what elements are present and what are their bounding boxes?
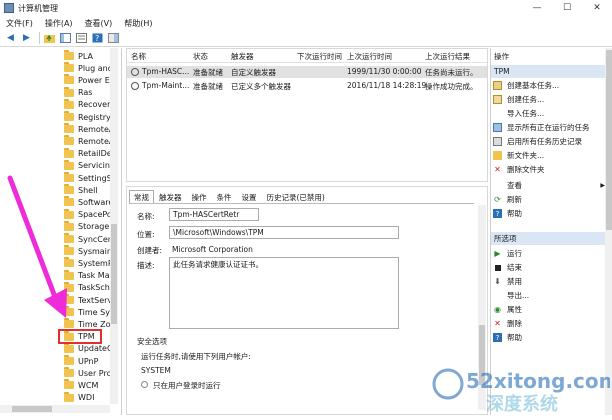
task-list: 名称 状态 触发器 下次运行时间 上次运行时间 上次运行结果 Tpm-HASC.… [126, 48, 488, 182]
actions-header: 操作 [491, 50, 605, 63]
task-clock-icon [131, 68, 139, 76]
run-only-logged-on-label: 只在用户登录时运行 [153, 381, 221, 390]
refresh-action[interactable]: ⟳ 刷新 [493, 193, 605, 206]
stop-icon [493, 263, 502, 272]
help-icon: ? [493, 333, 502, 342]
create-basic-task-icon [493, 81, 502, 90]
tab-history[interactable]: 历史记录(已禁用) [262, 190, 330, 203]
column-last-result[interactable]: 上次运行结果 [425, 51, 470, 62]
run-icon: ▶ [494, 249, 501, 258]
detail-tabs: 常规 触发器 操作 条件 设置 历史记录(已禁用) [129, 190, 330, 203]
task-last-run: 2016/11/18 14:28:19 [347, 81, 427, 90]
help-action-2[interactable]: ? 帮助 [493, 331, 605, 344]
actions-group-tpm[interactable]: TPM [491, 65, 605, 78]
location-label: 位置: [137, 230, 155, 239]
tab-divider [129, 203, 474, 204]
import-task-action[interactable]: 导入任务... [493, 107, 605, 120]
new-folder-action[interactable]: 新文件夹... [493, 149, 605, 162]
watermark-logo: 52xitong.com 深度系统 [430, 358, 612, 416]
column-last-run[interactable]: 上次运行时间 [347, 51, 392, 62]
disable-action[interactable]: ⬇ 禁用 [493, 275, 605, 288]
running-tasks-icon [493, 123, 502, 132]
run-action[interactable]: ▶ 运行 [493, 247, 605, 260]
author-value: Microsoft Corporation [172, 245, 253, 254]
task-status: 准备就绪 [193, 82, 223, 91]
task-last-run: 1999/11/30 0:00:00 [347, 67, 422, 76]
enable-history-action[interactable]: 启用所有任务历史记录 [493, 135, 605, 148]
task-name: Tpm-HASC... [142, 67, 190, 76]
column-name[interactable]: 名称 [131, 51, 146, 62]
task-trigger: 自定义触发器 [231, 68, 276, 77]
task-list-header: 名称 状态 触发器 下次运行时间 上次运行时间 上次运行结果 [127, 49, 487, 63]
name-label: 名称: [137, 212, 155, 221]
end-action[interactable]: 结束 [493, 261, 605, 274]
run-only-logged-on-radio[interactable] [141, 381, 148, 388]
properties-icon: ◉ [494, 305, 501, 314]
export-action[interactable]: 导出... [493, 289, 605, 302]
create-basic-task-action[interactable]: 创建基本任务... [493, 79, 605, 92]
refresh-icon: ⟳ [494, 195, 501, 204]
task-last-result: 操作成功完成。 [425, 82, 478, 91]
watermark-brand: 深度系统 [486, 393, 558, 415]
column-next-run[interactable]: 下次运行时间 [297, 51, 342, 62]
column-trigger[interactable]: 触发器 [231, 51, 254, 62]
properties-action[interactable]: ◉ 属性 [493, 303, 605, 316]
watermark-text: 52xitong.com [466, 369, 610, 393]
view-icon [493, 181, 502, 190]
tab-general[interactable]: 常规 [129, 190, 154, 203]
export-icon [493, 291, 502, 300]
task-name: Tpm-Maint... [142, 81, 190, 90]
task-status: 准备就绪 [193, 68, 223, 77]
security-options-title: 安全选项 [137, 337, 167, 346]
run-as-label: 运行任务时,请使用下列用户帐户: [141, 352, 251, 361]
disable-icon: ⬇ [494, 277, 501, 286]
delete-icon: ✕ [494, 319, 501, 328]
table-row[interactable]: Tpm-HASC... 准备就绪 自定义触发器 1999/11/30 0:00:… [127, 66, 487, 78]
new-folder-icon [493, 151, 502, 160]
history-icon [493, 137, 502, 146]
tab-settings[interactable]: 设置 [237, 190, 262, 203]
scroll-thumb[interactable] [606, 50, 612, 230]
delete-folder-action[interactable]: ✕ 删除文件夹 [493, 163, 605, 176]
tab-conditions[interactable]: 条件 [212, 190, 237, 203]
help-action[interactable]: ? 帮助 [493, 207, 605, 220]
table-row[interactable]: Tpm-Maint... 准备就绪 已定义多个触发器 2016/11/18 14… [127, 80, 487, 92]
column-status[interactable]: 状态 [193, 51, 208, 62]
task-last-result: 任务尚未运行。 [425, 68, 478, 77]
description-field[interactable]: 此任务请求健康认证证书。 [169, 257, 399, 329]
show-running-tasks-action[interactable]: 显示所有正在运行的任务 [493, 121, 605, 134]
delete-action[interactable]: ✕ 删除 [493, 317, 605, 330]
security-options-group: 安全选项 运行任务时,请使用下列用户帐户: SYSTEM 只在用户登录时运行 [137, 336, 475, 396]
task-trigger: 已定义多个触发器 [231, 82, 291, 91]
task-clock-icon [131, 82, 139, 90]
create-task-icon [493, 95, 502, 104]
create-task-action[interactable]: 创建任务... [493, 93, 605, 106]
tab-actions[interactable]: 操作 [187, 190, 212, 203]
run-as-user: SYSTEM [141, 366, 171, 375]
name-field[interactable]: Tpm-HASCertRetr [169, 208, 259, 221]
description-label: 描述: [137, 261, 155, 270]
actions-group-selected[interactable]: 所选项 [491, 232, 605, 245]
delete-icon: ✕ [494, 165, 501, 174]
tab-triggers[interactable]: 触发器 [154, 190, 187, 203]
author-label: 创建者: [137, 246, 163, 255]
help-icon: ? [493, 209, 502, 218]
location-field[interactable]: \Microsoft\Windows\TPM [169, 226, 399, 239]
import-task-icon [493, 109, 502, 118]
view-action[interactable]: 查看 ▶ [493, 179, 605, 192]
